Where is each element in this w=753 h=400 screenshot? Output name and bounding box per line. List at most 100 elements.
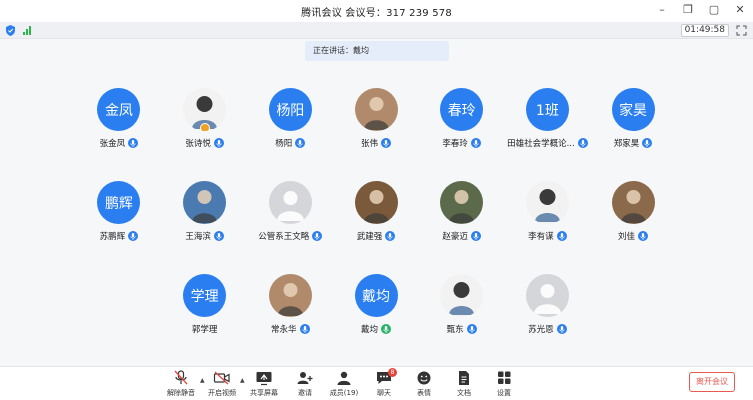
participant-name-line: 李春玲 (442, 137, 481, 149)
share-screen-icon (256, 372, 272, 386)
avatar (525, 181, 569, 224)
participant-tile[interactable]: 张诗悦 (162, 88, 248, 151)
video-button[interactable]: 开启视频 (203, 370, 241, 398)
settings-button[interactable]: 设置 (485, 370, 523, 398)
participant-name-line: 公管系王文略 (258, 230, 323, 242)
participant-tile[interactable]: 杨阳 杨阳 (247, 88, 333, 151)
speaking-indicator: 正在讲话：戴均 (305, 41, 449, 61)
avatar: 春玲 (440, 88, 484, 131)
mic-icon (577, 138, 588, 148)
participant-tile[interactable]: 公管系王文略 (247, 181, 333, 244)
mic-icon (128, 138, 139, 148)
mic-icon (381, 324, 391, 334)
leave-meeting-button[interactable]: 离开会议 (689, 372, 735, 392)
docs-button[interactable]: 文档 (445, 370, 483, 398)
mic-icon (299, 324, 310, 334)
host-badge-icon (199, 123, 210, 131)
participant-name: 赵豪迈 (442, 232, 468, 242)
avatar (183, 181, 227, 224)
participant-name: 杨阳 (275, 139, 293, 149)
participant-name-line: 田雄社会学概论... (507, 137, 588, 149)
meeting-title: 腾讯会议 会议号：317 239 578 (301, 7, 452, 19)
participant-name-line: 李有谋 (528, 230, 567, 242)
mute-button[interactable]: 解除静音 (162, 370, 200, 398)
settings-grid-icon (498, 371, 511, 384)
participant-name: 李春玲 (442, 139, 468, 149)
participant-name-line: 甄东 (447, 323, 477, 335)
participant-tile[interactable]: 鹏辉 苏鹏辉 (76, 181, 162, 244)
participant-name: 戴均 (360, 325, 378, 335)
participant-tile[interactable]: 苏光恩 (505, 274, 591, 337)
video-caret-icon[interactable]: ▲ (240, 377, 245, 384)
avatar (268, 274, 312, 317)
chat-label: 聊天 (377, 389, 391, 397)
participant-tile[interactable]: 家昊 郑家昊 (590, 88, 676, 151)
share-screen-button[interactable]: 共享屏幕 (245, 370, 283, 398)
chat-button[interactable]: 8 聊天 (365, 368, 403, 398)
participant-name-line: 刘佳 (618, 230, 649, 242)
participant-name: 田雄社会学概论... (507, 139, 575, 149)
avatar (268, 181, 312, 224)
members-label: 成员(19) (329, 389, 359, 397)
mic-icon (381, 138, 391, 148)
participant-name: 刘佳 (618, 232, 636, 242)
avatar: 家昊 (611, 88, 655, 131)
participant-name-line: 苏鹏辉 (100, 230, 139, 242)
docs-label: 文档 (457, 389, 471, 397)
invite-label: 邀请 (298, 389, 312, 397)
shield-icon[interactable] (6, 24, 15, 36)
participant-name-line: 戴均 (361, 323, 391, 335)
minimize-icon[interactable]: – (655, 3, 669, 17)
participant-name-line: 张诗悦 (185, 137, 224, 149)
invite-button[interactable]: 邀请 (286, 370, 324, 398)
participant-tile[interactable]: 学理 郭学理 (162, 274, 248, 337)
participant-tile[interactable]: 1班田雄社会学概论... (505, 88, 591, 151)
participant-name: 张伟 (360, 139, 378, 149)
emoji-button[interactable]: 表情 (405, 370, 443, 398)
participant-tile[interactable]: 张伟 (333, 88, 419, 151)
participant-name: 王海滨 (185, 232, 211, 242)
participant-tile[interactable]: 王海滨 (162, 181, 248, 244)
chat-badge: 8 (388, 368, 397, 377)
signal-icon[interactable] (23, 25, 31, 35)
participant-tile[interactable]: 戴均 戴均 (333, 274, 419, 337)
mic-icon (470, 231, 481, 241)
participant-name: 甄东 (446, 325, 464, 335)
share-screen-label: 共享屏幕 (250, 389, 278, 397)
fullscreen-icon[interactable] (736, 25, 747, 36)
close-icon[interactable]: ✕ (733, 3, 747, 17)
avatar: 学理 (183, 274, 227, 317)
avatar: 1班 (525, 88, 569, 131)
mic-icon (128, 231, 139, 241)
invite-icon (297, 372, 313, 384)
settings-label: 设置 (497, 389, 511, 397)
participant-name: 张诗悦 (185, 139, 211, 149)
participant-tile[interactable]: 甄东 (419, 274, 505, 337)
participant-row: 学理 郭学理 常永华 戴均 戴均 甄东 苏光恩 (76, 274, 676, 337)
avatar (611, 181, 655, 224)
participant-tile[interactable]: 赵豪迈 (419, 181, 505, 244)
members-button[interactable]: 成员(19) (325, 370, 363, 398)
mic-icon (638, 231, 649, 241)
restore-icon[interactable]: ❐ (681, 3, 695, 17)
avatar: 杨阳 (268, 88, 312, 131)
participant-tile[interactable]: 春玲 李春玲 (419, 88, 505, 151)
participant-name-line: 武建强 (357, 230, 396, 242)
participant-tile[interactable]: 李有谋 (505, 181, 591, 244)
emoji-icon (417, 371, 431, 385)
participant-tile[interactable]: 常永华 (247, 274, 333, 337)
avatar (354, 181, 398, 224)
avatar: 鹏辉 (97, 181, 141, 224)
mic-icon (295, 138, 306, 148)
participant-tile[interactable]: 刘佳 (590, 181, 676, 244)
participant-tile[interactable]: 武建强 (333, 181, 419, 244)
participant-name: 武建强 (356, 232, 383, 242)
document-icon (459, 371, 469, 385)
participant-tile[interactable]: 金凤 张金凤 (76, 88, 162, 151)
participant-name: 郭学理 (191, 325, 218, 335)
maximize-icon[interactable]: ▢ (707, 3, 721, 17)
status-bar: 01:49:58 (0, 22, 753, 39)
participant-name: 公管系王文略 (258, 232, 310, 242)
video-label: 开启视频 (208, 389, 236, 397)
participant-name-line: 常永华 (271, 323, 310, 335)
